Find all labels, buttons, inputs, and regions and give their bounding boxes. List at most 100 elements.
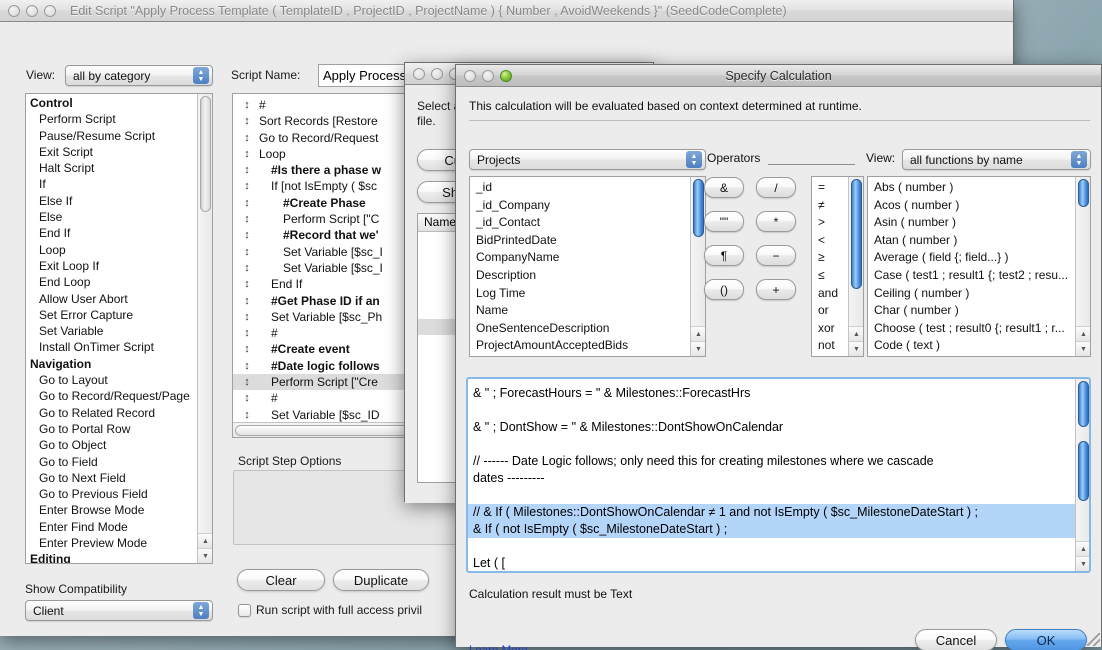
function-list-item[interactable]: Ceiling ( number ): [868, 285, 1090, 303]
palette-item[interactable]: End If: [26, 225, 199, 241]
formula-scroll-thumb[interactable]: [1078, 441, 1089, 501]
scroll-up-icon[interactable]: ▲: [1076, 326, 1090, 341]
operator-button[interactable]: *: [756, 211, 796, 232]
drag-handle-icon[interactable]: ↕: [241, 325, 253, 341]
window-controls[interactable]: [456, 69, 512, 82]
window-controls[interactable]: [0, 4, 56, 17]
palette-item[interactable]: Halt Script: [26, 160, 199, 176]
function-list-item[interactable]: Abs ( number ): [868, 179, 1090, 197]
palette-scroll-buttons[interactable]: ▲ ▼: [198, 533, 212, 563]
cmp-scroll-thumb[interactable]: [851, 179, 862, 289]
field-list-item[interactable]: _id_Company: [470, 197, 705, 215]
drag-handle-icon[interactable]: ↕: [241, 162, 253, 178]
palette-scrollbar[interactable]: ▲ ▼: [197, 94, 212, 563]
field-list-item[interactable]: _id_Contact: [470, 214, 705, 232]
cmp-scroll-buttons[interactable]: ▲ ▼: [849, 326, 863, 356]
calc-titlebar[interactable]: Specify Calculation: [456, 65, 1101, 87]
fields-scrollbar[interactable]: ▲ ▼: [690, 177, 705, 356]
scroll-up-icon[interactable]: ▲: [849, 326, 863, 341]
fields-scroll-buttons[interactable]: ▲ ▼: [691, 326, 705, 356]
palette-item[interactable]: Set Error Capture: [26, 307, 199, 323]
operator-button[interactable]: "": [704, 211, 744, 232]
resize-grip[interactable]: [1087, 633, 1100, 646]
minimize-icon[interactable]: [431, 67, 443, 80]
function-list-item[interactable]: Acos ( number ): [868, 197, 1090, 215]
function-list-item[interactable]: Choose ( test ; result0 {; result1 ; r..…: [868, 320, 1090, 338]
palette-item[interactable]: Else: [26, 209, 199, 225]
compatibility-select[interactable]: Client ▲ ▼: [25, 600, 213, 621]
function-list-item[interactable]: Asin ( number ): [868, 214, 1090, 232]
zoom-icon[interactable]: [44, 4, 56, 17]
scroll-down-icon[interactable]: ▼: [198, 548, 212, 563]
function-list-item[interactable]: Char ( number ): [868, 302, 1090, 320]
palette-item[interactable]: Go to Record/Request/Page: [26, 388, 199, 404]
fields-scroll-thumb[interactable]: [693, 179, 704, 237]
minimize-icon[interactable]: [482, 69, 494, 82]
palette-item[interactable]: Enter Browse Mode: [26, 502, 199, 518]
palette-item[interactable]: Enter Preview Mode: [26, 535, 199, 551]
fields-list[interactable]: _id _id_Company _id_Contact BidPrintedDate C…: [469, 176, 706, 357]
field-list-item[interactable]: Name: [470, 302, 705, 320]
palette-item[interactable]: Control: [26, 95, 199, 111]
functions-list[interactable]: Abs ( number ) Acos ( number ) Asin ( numb…: [867, 176, 1091, 357]
drag-handle-icon[interactable]: ↕: [241, 374, 253, 390]
formula-scroll-buttons[interactable]: ▲ ▼: [1076, 541, 1089, 571]
drag-handle-icon[interactable]: ↕: [241, 97, 253, 113]
scroll-down-icon[interactable]: ▼: [849, 341, 863, 356]
operator-button[interactable]: (): [704, 279, 744, 300]
palette-item[interactable]: Install OnTimer Script: [26, 339, 199, 355]
ok-button[interactable]: OK: [1005, 629, 1087, 650]
palette-item[interactable]: Allow User Abort: [26, 291, 199, 307]
minimize-icon[interactable]: [26, 4, 38, 17]
operator-button[interactable]: /: [756, 177, 796, 198]
palette-item[interactable]: End Loop: [26, 274, 199, 290]
scroll-up-icon[interactable]: ▲: [691, 326, 705, 341]
palette-item[interactable]: Go to Object: [26, 437, 199, 453]
field-list-item[interactable]: ProjectAmountAcceptedBids: [470, 337, 705, 355]
palette-item[interactable]: Go to Related Record: [26, 405, 199, 421]
drag-handle-icon[interactable]: ↕: [241, 211, 253, 227]
clear-button[interactable]: Clear: [237, 569, 325, 591]
operator-button[interactable]: ¶: [704, 245, 744, 266]
functions-scroll-buttons[interactable]: ▲ ▼: [1076, 326, 1090, 356]
close-icon[interactable]: [413, 67, 425, 80]
function-list-item[interactable]: Atan ( number ): [868, 232, 1090, 250]
scroll-down-icon[interactable]: ▼: [691, 341, 705, 356]
formula-textarea[interactable]: & " ; ForecastHours = " & Milestones::Fo…: [466, 377, 1091, 573]
view-select[interactable]: all by category ▲ ▼: [65, 65, 213, 86]
close-icon[interactable]: [464, 69, 476, 82]
operator-button[interactable]: +: [756, 279, 796, 300]
palette-item[interactable]: Pause/Resume Script: [26, 128, 199, 144]
scroll-up-icon[interactable]: ▲: [198, 533, 212, 548]
palette-item[interactable]: Navigation: [26, 356, 199, 372]
function-list-item[interactable]: Code ( text ): [868, 337, 1090, 355]
duplicate-button[interactable]: Duplicate: [333, 569, 429, 591]
drag-handle-icon[interactable]: ↕: [241, 178, 253, 194]
scroll-up-icon[interactable]: ▲: [1076, 541, 1089, 556]
field-list-item[interactable]: Log Time: [470, 285, 705, 303]
function-list-item[interactable]: Average ( field {; field...} ): [868, 249, 1090, 267]
zoom-icon[interactable]: [500, 69, 512, 82]
drag-handle-icon[interactable]: ↕: [241, 276, 253, 292]
palette-item[interactable]: Enter Find Mode: [26, 519, 199, 535]
palette-item[interactable]: Editing: [26, 551, 199, 563]
script-steps-palette[interactable]: Control Perform Script Pause/Resume Script…: [25, 93, 213, 564]
drag-handle-icon[interactable]: ↕: [241, 146, 253, 162]
drag-handle-icon[interactable]: ↕: [241, 227, 253, 243]
palette-item[interactable]: If: [26, 176, 199, 192]
window-controls[interactable]: [405, 67, 461, 80]
drag-handle-icon[interactable]: ↕: [241, 195, 253, 211]
drag-handle-icon[interactable]: ↕: [241, 293, 253, 309]
palette-item[interactable]: Loop: [26, 242, 199, 258]
drag-handle-icon[interactable]: ↕: [241, 341, 253, 357]
drag-handle-icon[interactable]: ↕: [241, 113, 253, 129]
field-list-item[interactable]: OneSentenceDescription: [470, 320, 705, 338]
function-list-item[interactable]: Case ( test1 ; result1 {; test2 ; resu..…: [868, 267, 1090, 285]
drag-handle-icon[interactable]: ↕: [241, 358, 253, 374]
cmp-scrollbar[interactable]: ▲ ▼: [848, 177, 863, 356]
palette-item[interactable]: Perform Script: [26, 111, 199, 127]
formula-scrollbar[interactable]: ▲ ▼: [1075, 379, 1089, 571]
full-access-checkbox[interactable]: [238, 604, 251, 617]
functions-scrollbar[interactable]: ▲ ▼: [1075, 177, 1090, 356]
field-list-item[interactable]: BidPrintedDate: [470, 232, 705, 250]
